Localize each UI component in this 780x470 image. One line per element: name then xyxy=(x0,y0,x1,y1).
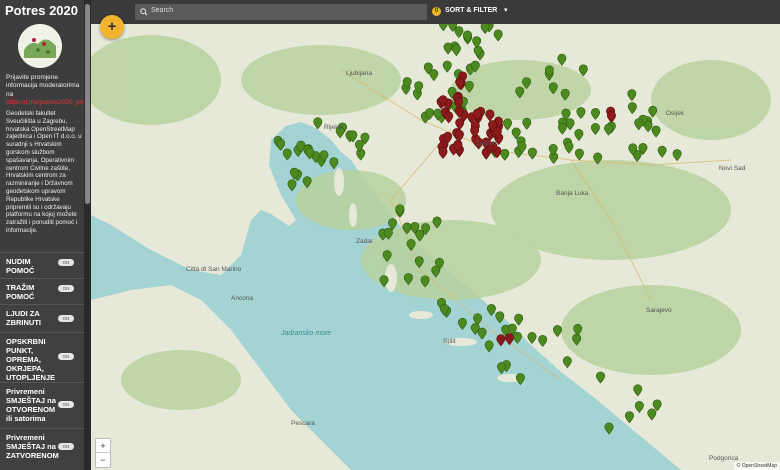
place-label: Banja Luka xyxy=(556,190,589,197)
map-marker-request[interactable] xyxy=(496,334,506,347)
search-icon xyxy=(140,8,148,16)
category-supply-point[interactable]: OPSKRBNI PUNKT, OPREMA, OKRJEPA, UTOPLJE… xyxy=(0,332,84,383)
report-info: Prijavite promjene informacija moderator… xyxy=(6,74,84,107)
category-label: Privremeni SMJEŠTAJ na OTVORENOM ili sat… xyxy=(6,387,56,423)
place-label: Ancona xyxy=(231,295,254,302)
category-outdoor-shelter[interactable]: Privremeni SMJEŠTAJ na OTVORENOM ili sat… xyxy=(0,382,84,429)
search-input[interactable]: Search xyxy=(135,4,427,20)
category-toggle[interactable]: ON xyxy=(58,315,74,322)
category-toggle[interactable]: ON xyxy=(58,353,74,360)
map-marker-request[interactable] xyxy=(504,333,514,346)
place-label: Pescara xyxy=(291,420,315,427)
place-label: Zadar xyxy=(356,238,373,245)
zoom-in-button[interactable]: + xyxy=(96,439,110,453)
place-label: Rijeka xyxy=(324,124,343,131)
add-post-button[interactable]: + xyxy=(100,15,124,39)
place-label: Città di San Marino xyxy=(186,266,242,273)
forest-patch xyxy=(491,160,731,260)
scrollbar-thumb[interactable] xyxy=(85,4,90,204)
category-indoor-shelter[interactable]: Privremeni SMJEŠTAJ na ZATVORENOM ON xyxy=(0,428,84,470)
category-toggle[interactable]: ON xyxy=(58,259,74,266)
sort-filter-label: SORT & FILTER xyxy=(445,7,498,14)
place-label: Podgorica xyxy=(709,455,739,462)
category-label: TRAŽIM POMOĆ xyxy=(6,283,35,301)
category-label: NUDIM POMOĆ xyxy=(6,257,35,275)
sidebar: Potres 2020 Prijavite promjene informaci… xyxy=(0,0,84,470)
island xyxy=(334,168,344,196)
sort-badge: 0 xyxy=(432,7,441,16)
place-label: Split xyxy=(443,338,456,345)
island xyxy=(349,203,357,227)
category-label: OPSKRBNI PUNKT, OPREMA, OKRJEPA, UTOPLJE… xyxy=(6,337,56,382)
category-toggle[interactable]: ON xyxy=(58,401,74,408)
map-marker-offer[interactable] xyxy=(287,179,297,192)
category-offer-help[interactable]: NUDIM POMOĆ ON xyxy=(0,252,84,279)
forest-patch xyxy=(651,60,771,140)
map-marker-offer[interactable] xyxy=(497,362,507,375)
map-canvas[interactable] xyxy=(91,0,780,470)
chevron-down-icon: ▾ xyxy=(504,7,508,14)
map-marker-offer[interactable] xyxy=(329,157,339,170)
forest-patch xyxy=(241,45,401,115)
map-marker-offer[interactable] xyxy=(512,331,522,344)
search-placeholder: Search xyxy=(151,7,174,14)
zoom-control: + − xyxy=(95,438,111,468)
category-people-care[interactable]: LJUDI ZA ZBRINUTI ON xyxy=(0,304,84,333)
category-request-help[interactable]: TRAŽIM POMOĆ ON xyxy=(0,278,84,305)
report-link[interactable]: https://t.me/potres2020_prijave xyxy=(6,99,84,107)
place-label: Sarajevo xyxy=(646,307,672,314)
sidebar-scrollbar[interactable] xyxy=(84,0,91,470)
place-label: Zagreb xyxy=(476,140,497,147)
logo-icon xyxy=(18,24,62,68)
map-marker-offer[interactable] xyxy=(515,373,525,386)
app-title: Potres 2020 xyxy=(5,3,78,18)
app-logo xyxy=(18,24,62,68)
zoom-out-button[interactable]: − xyxy=(96,453,110,467)
category-toggle[interactable]: ON xyxy=(58,443,74,450)
category-label: Privremeni SMJEŠTAJ na ZATVORENOM xyxy=(6,433,59,460)
report-text: Prijavite promjene informacija moderator… xyxy=(6,74,80,98)
map[interactable]: Ljubljana Zagreb Sarajevo Podgorica Spli… xyxy=(91,0,780,470)
map-marker-offer[interactable] xyxy=(457,317,467,330)
place-label: Novi Sad xyxy=(719,165,746,172)
map-marker-offer[interactable] xyxy=(282,148,292,161)
map-marker-offer[interactable] xyxy=(484,340,494,353)
map-attribution[interactable]: © OpenStreetMap xyxy=(733,462,780,470)
map-marker-offer[interactable] xyxy=(276,138,286,151)
island xyxy=(409,311,433,319)
forest-patch xyxy=(121,350,241,410)
place-label: Ljubljana xyxy=(346,70,373,77)
category-toggle[interactable]: ON xyxy=(58,285,74,292)
map-marker-offer[interactable] xyxy=(486,304,496,317)
map-marker-offer[interactable] xyxy=(604,422,614,435)
category-label: LJUDI ZA ZBRINUTI xyxy=(6,309,41,327)
about-text: Geodetski fakultet Sveučilišta u Zagrebu… xyxy=(6,110,82,234)
forest-patch xyxy=(561,285,741,375)
place-label: Osijek xyxy=(666,110,685,117)
map-marker-offer[interactable] xyxy=(495,311,505,324)
sea-label: Jadransko more xyxy=(281,330,332,337)
